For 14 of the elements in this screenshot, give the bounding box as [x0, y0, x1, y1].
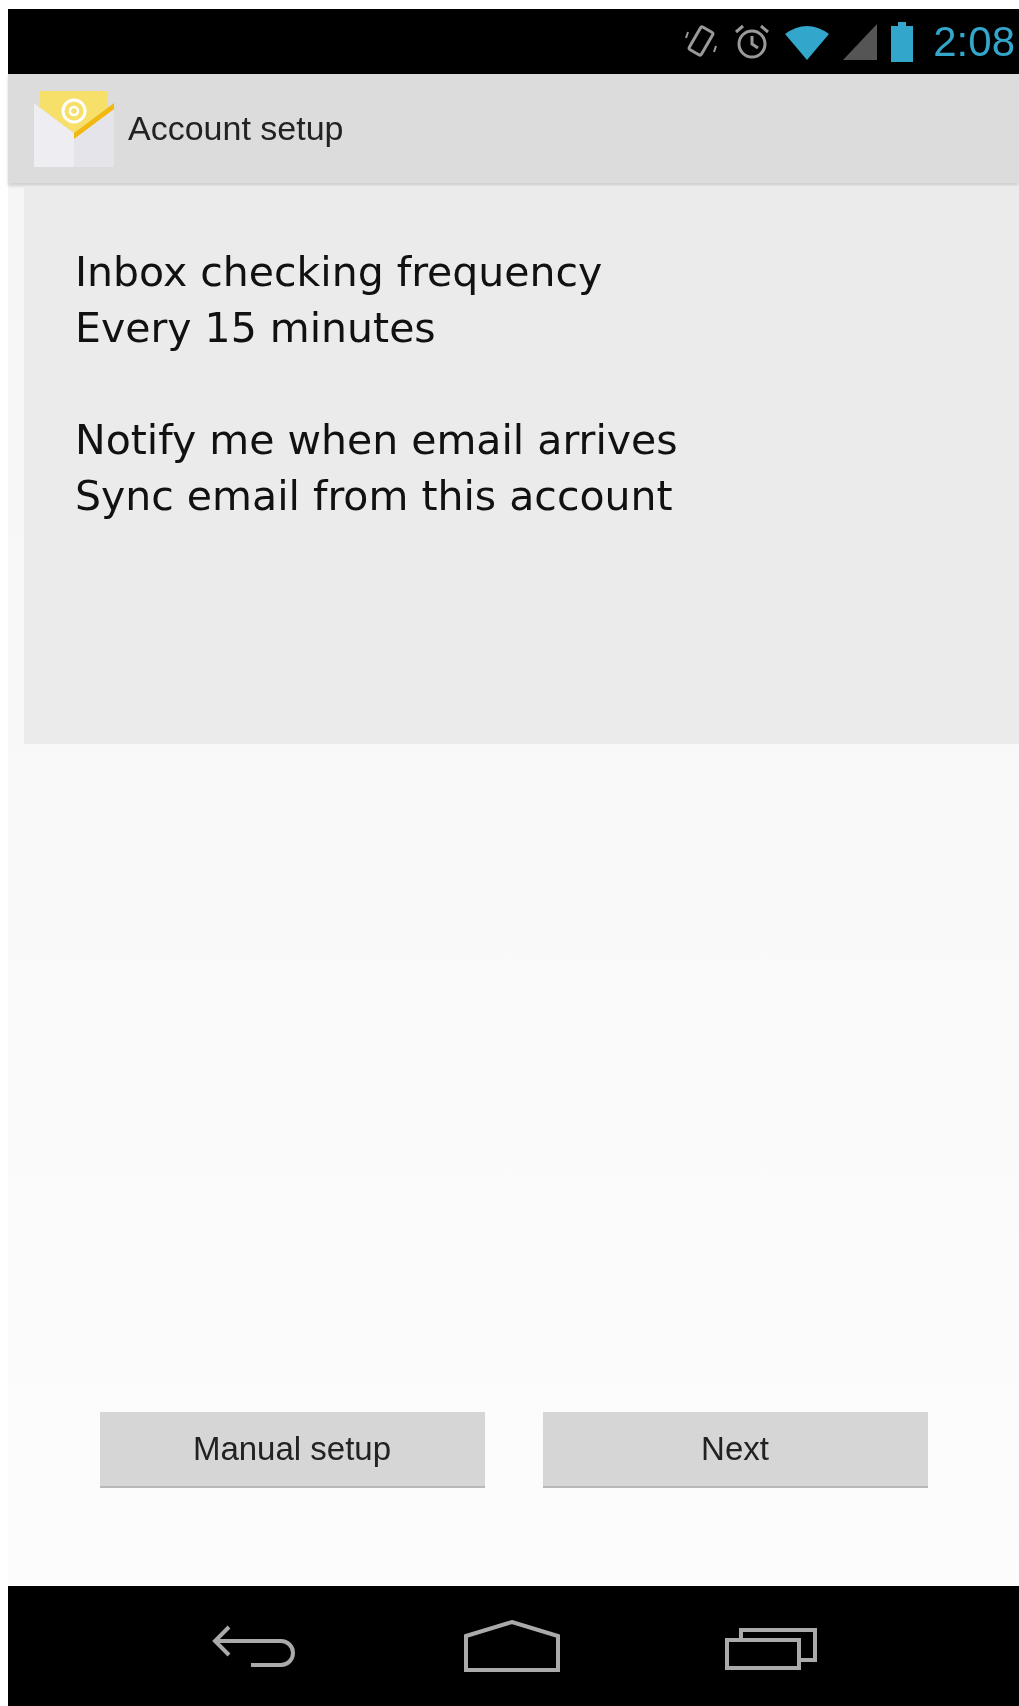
battery-icon [891, 21, 914, 62]
wifi-icon [785, 23, 830, 60]
setting-text: Notify me when email arrives [75, 415, 679, 466]
manual-setup-button[interactable]: Manual setup [99, 1412, 485, 1488]
status-time: 2:08 [933, 17, 1015, 66]
app-title: Account setup [128, 109, 344, 148]
home-icon[interactable] [463, 1620, 560, 1672]
setting-text: Inbox checking frequency [75, 247, 604, 298]
signal-icon [843, 23, 878, 60]
envelope-icon [32, 88, 116, 169]
next-button[interactable]: Next [542, 1412, 928, 1488]
alarm-clock-icon [733, 22, 772, 61]
setting-text: Sync email from this account [75, 471, 674, 522]
setting-text: Every 15 minutes [75, 303, 437, 354]
